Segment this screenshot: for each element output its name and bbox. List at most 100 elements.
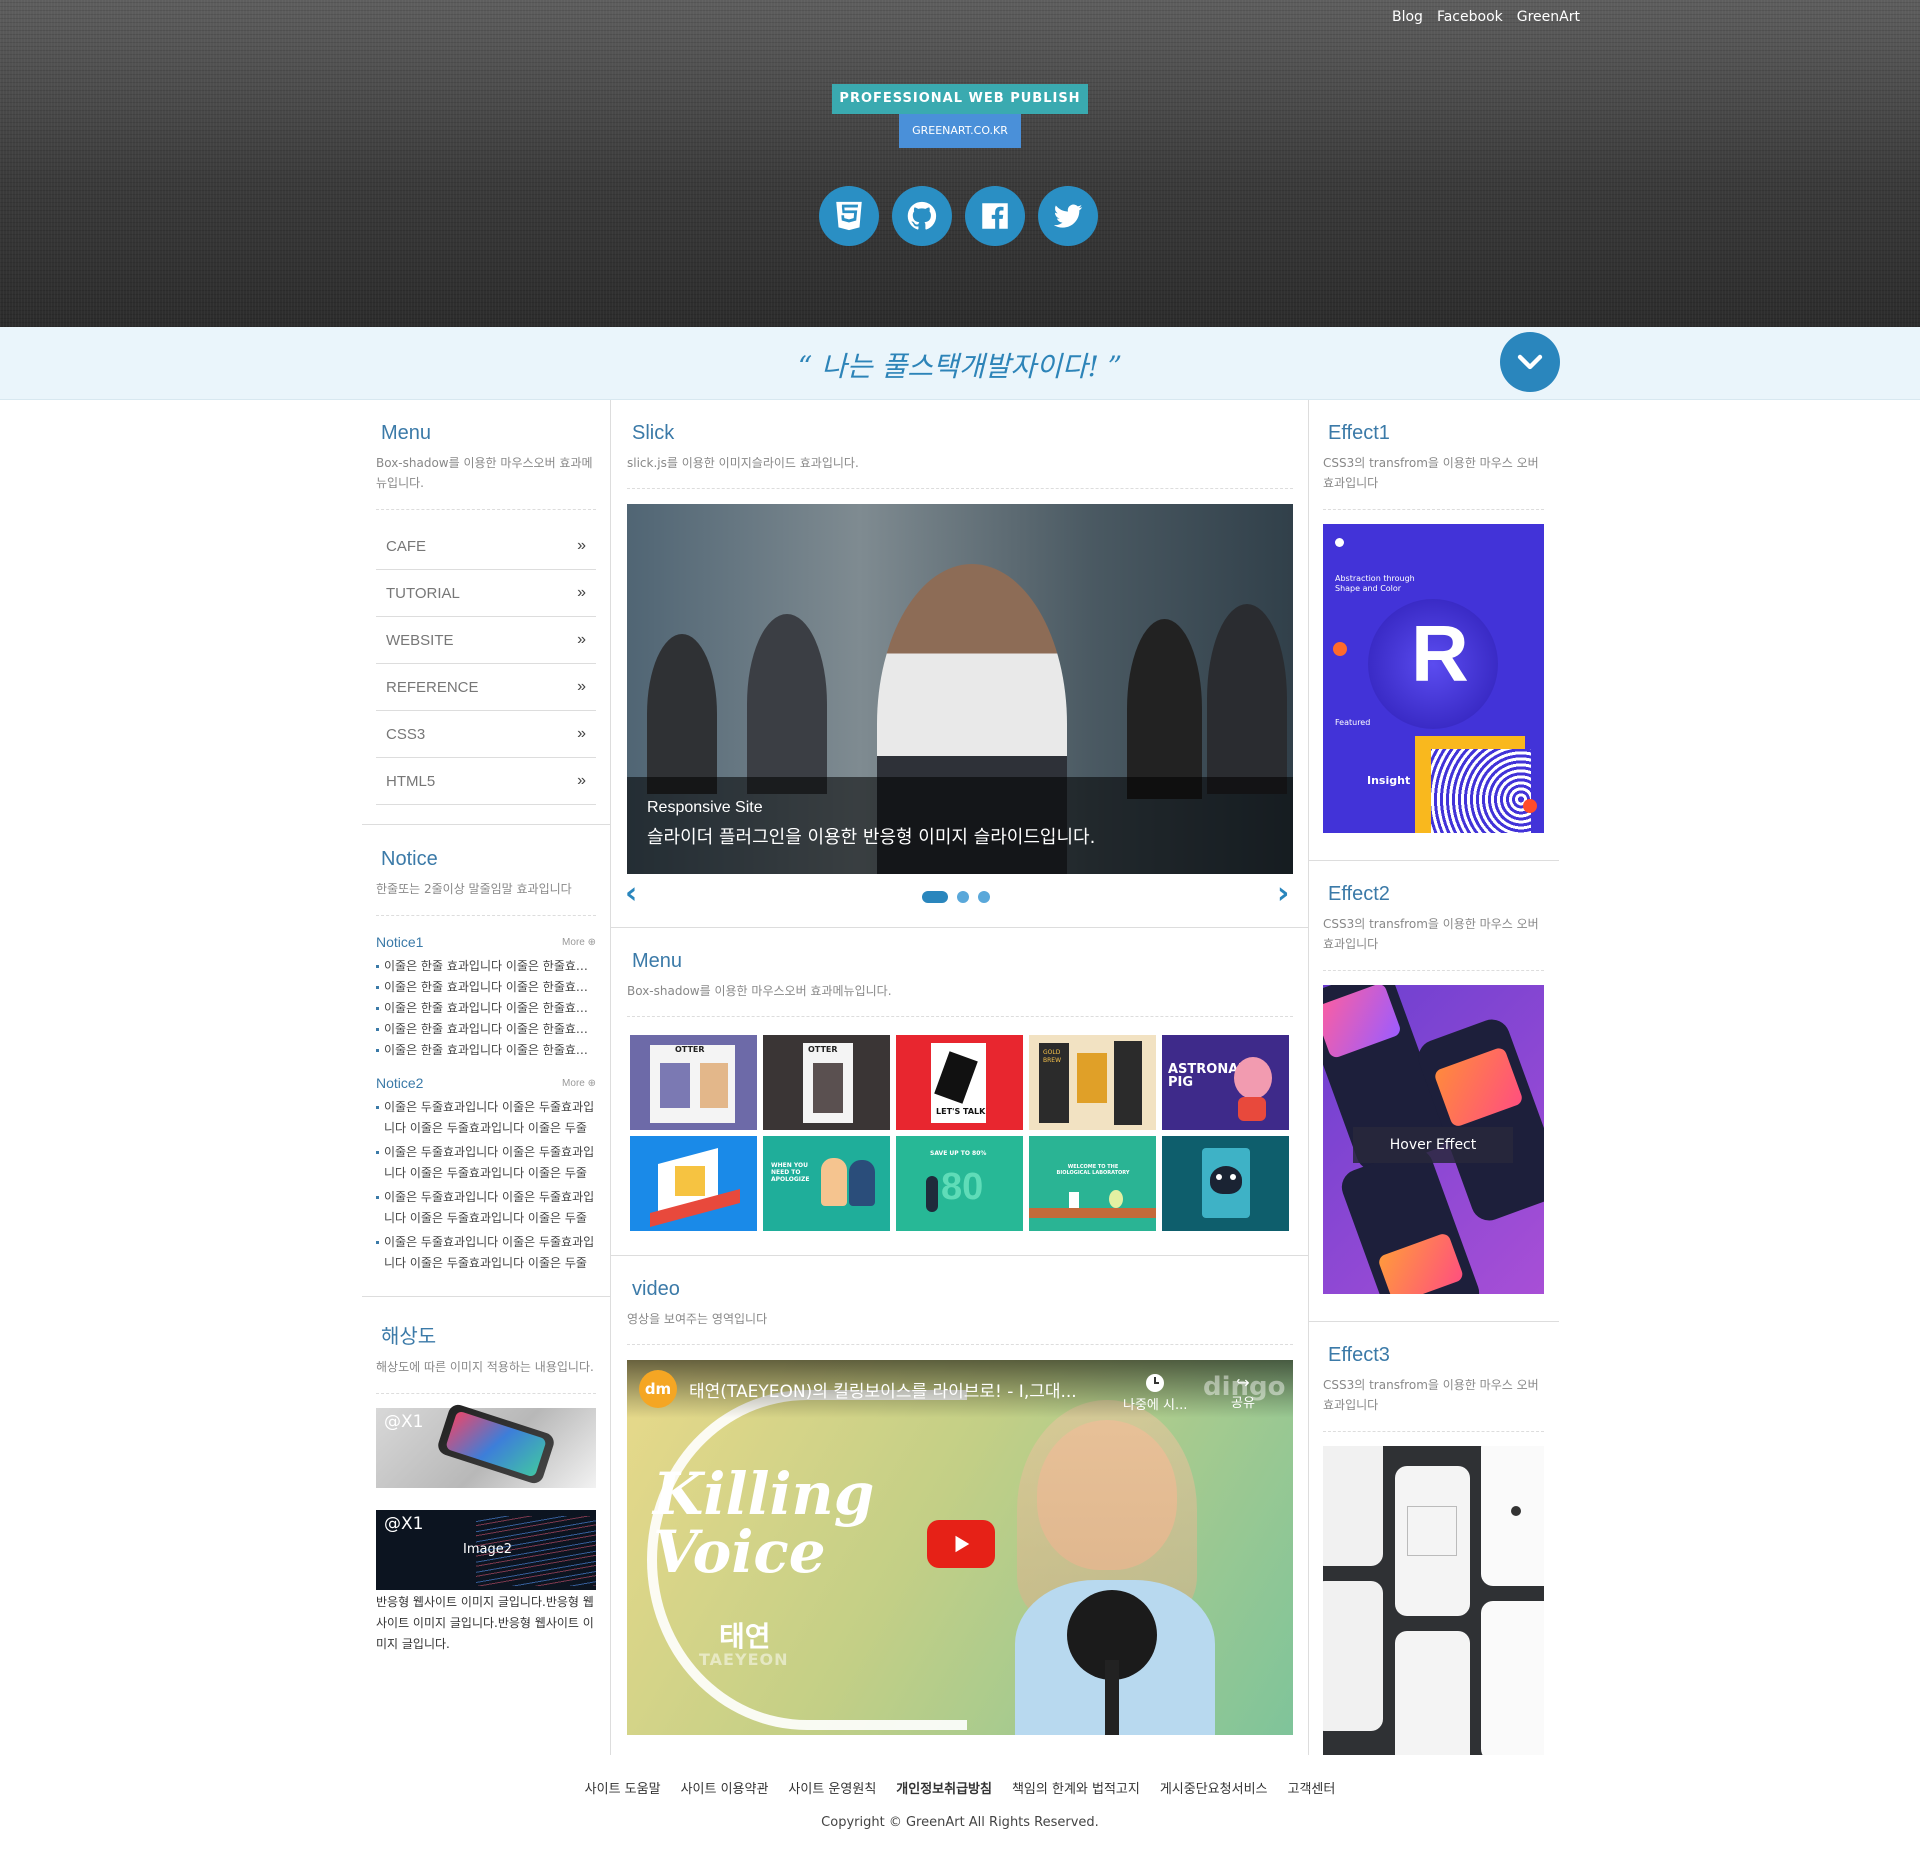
list-item[interactable]: 이줄은 한줄 효과입니다 이줄은 한줄효과입니다 xyxy=(376,1040,596,1061)
slider-dot[interactable] xyxy=(978,891,990,903)
video-title: video xyxy=(632,1278,680,1300)
facebook-link[interactable]: Facebook xyxy=(1437,9,1503,25)
otter-poster-1[interactable]: OTTER xyxy=(630,1035,757,1130)
divider xyxy=(1309,860,1559,861)
chevron-down-icon xyxy=(1517,354,1543,370)
effect3-section: Effect3 CSS3의 transfrom을 이용한 마우스 오버효과입니다 xyxy=(1323,1344,1544,1755)
notice-desc: 한줄또는 2줄이상 말줄임말 효과입니다 xyxy=(376,879,596,916)
slick-section: Slick slick.js를 이용한 이미지슬라이드 효과입니다. Respo… xyxy=(627,422,1293,874)
apologize-poster[interactable]: WHEN YOU NEED TO APOLOGIZE xyxy=(763,1136,890,1231)
github-icon[interactable] xyxy=(892,186,952,246)
otter-poster-2[interactable]: OTTER xyxy=(763,1035,890,1130)
facebook-icon[interactable] xyxy=(965,186,1025,246)
caption-text: 슬라이더 플러그인을 이용한 반응형 이미지 슬라이드입니다. xyxy=(647,827,1096,848)
list-item[interactable]: 이줄은 두줄효과입니다 이줄은 두줄효과입니다 이줄은 두줄효과입니다 이줄은 … xyxy=(376,1097,596,1139)
share-button[interactable]: ↪ 공유 xyxy=(1231,1373,1255,1412)
right-column: Effect1 CSS3의 transfrom을 이용한 마우스 오버효과입니다… xyxy=(1309,400,1559,1755)
list-item[interactable]: 이줄은 두줄효과입니다 이줄은 두줄효과입니다 이줄은 두줄효과입니다 이줄은 … xyxy=(376,1142,596,1184)
astronaut-pig-poster[interactable]: ASTRONAUT PIG xyxy=(1162,1035,1289,1130)
more-link[interactable]: More ⊕ xyxy=(562,1078,596,1089)
footer-link-support[interactable]: 고객센터 xyxy=(1287,1778,1335,1797)
save-up-poster[interactable]: SAVE UP TO 80% 80 xyxy=(896,1136,1023,1231)
double-chevron-right-icon: » xyxy=(577,772,586,789)
resolution-desc: 해상도에 따른 이미지 적용하는 내용입니다. xyxy=(376,1357,596,1394)
iso-city-poster[interactable] xyxy=(630,1136,757,1231)
effect1-image[interactable]: Abstraction through Shape and Color R Fe… xyxy=(1323,524,1544,833)
slogan-banner: “ 나는 풀스택개발자이다! ” xyxy=(0,327,1920,400)
slider-dot[interactable] xyxy=(957,891,969,903)
x1-label: @X1 xyxy=(384,1514,424,1534)
list-item[interactable]: 이줄은 한줄 효과입니다 이줄은 한줄효과입니다 xyxy=(376,1019,596,1040)
list-item[interactable]: 이줄은 한줄 효과입니다 이줄은 한줄효과입니다 xyxy=(376,998,596,1019)
footer-link-legal[interactable]: 책임의 한계와 법적고지 xyxy=(1012,1778,1140,1797)
slider-dot[interactable] xyxy=(922,891,948,903)
copyright: Copyright © GreenArt All Rights Reserved… xyxy=(821,1815,1099,1830)
site-domain[interactable]: GREENART.CO.KR xyxy=(899,114,1021,148)
monster-poster[interactable] xyxy=(1162,1136,1289,1231)
image2-label: Image2 xyxy=(463,1542,512,1557)
footer-link-policy[interactable]: 사이트 운영원칙 xyxy=(788,1778,876,1797)
effect3-title: Effect3 xyxy=(1328,1344,1390,1366)
video-heading[interactable]: 태연(TAEYEON)의 킬링보이스를 라이브로! - I,그대... xyxy=(689,1377,1077,1402)
effect2-desc: CSS3의 transfrom을 이용한 마우스 오버효과입니다 xyxy=(1323,914,1544,971)
notice2-title[interactable]: Notice2 xyxy=(376,1075,423,1091)
side-menu: CAFE» TUTORIAL» WEBSITE» REFERENCE» CSS3… xyxy=(376,523,596,805)
effect2-title: Effect2 xyxy=(1328,883,1390,905)
play-button[interactable] xyxy=(927,1520,995,1568)
menu-item-html5[interactable]: HTML5» xyxy=(376,758,596,805)
video-section: video 영상을 보여주는 영역입니다 Killing Voice 태연 TA… xyxy=(627,1278,1293,1735)
greenart-link[interactable]: GreenArt xyxy=(1517,9,1580,25)
slogan-text: “ 나는 풀스택개발자이다! ” xyxy=(797,350,1123,383)
double-chevron-right-icon: » xyxy=(577,584,586,601)
top-links: Blog Facebook GreenArt xyxy=(1392,9,1580,25)
slider-next-button[interactable]: › xyxy=(1277,876,1289,911)
caption-title: Responsive Site xyxy=(647,799,763,816)
channel-logo[interactable]: dm xyxy=(639,1370,677,1408)
more-link[interactable]: More ⊕ xyxy=(562,937,596,948)
hover-effect-label: Hover Effect xyxy=(1353,1127,1513,1163)
html5-icon[interactable] xyxy=(819,186,879,246)
clock-icon xyxy=(1146,1374,1165,1392)
footer-link-help[interactable]: 사이트 도움말 xyxy=(585,1778,661,1797)
notice2-list: 이줄은 두줄효과입니다 이줄은 두줄효과입니다 이줄은 두줄효과입니다 이줄은 … xyxy=(376,1097,596,1274)
menu-item-website[interactable]: WEBSITE» xyxy=(376,617,596,664)
notice1-box: Notice1 More ⊕ 이줄은 한줄 효과입니다 이줄은 한줄효과입니다 이… xyxy=(376,934,596,1061)
notice-title: Notice xyxy=(381,848,438,870)
menu-desc: Box-shadow를 이용한 마우스오버 효과메뉴입니다. xyxy=(376,453,596,510)
thumbnail-grid: OTTER OTTER LET'S TALK GOLD BREW ASTRONA… xyxy=(627,1035,1293,1231)
menu-item-cafe[interactable]: CAFE» xyxy=(376,523,596,570)
watch-later-button[interactable]: 나중에 시... xyxy=(1123,1374,1187,1413)
footer-link-takedown[interactable]: 게시중단요청서비스 xyxy=(1160,1778,1268,1797)
list-item[interactable]: 이줄은 두줄효과입니다 이줄은 두줄효과입니다 이줄은 두줄효과입니다 이줄은 … xyxy=(376,1232,596,1274)
video-desc: 영상을 보여주는 영역입니다 xyxy=(627,1309,1293,1345)
twitter-icon[interactable] xyxy=(1038,186,1098,246)
footer-link-privacy[interactable]: 개인정보취급방침 xyxy=(896,1778,992,1797)
image-slider[interactable]: Responsive Site 슬라이더 플러그인을 이용한 반응형 이미지 슬… xyxy=(627,504,1293,874)
x1-label: @X1 xyxy=(384,1412,424,1432)
slider-prev-button[interactable]: ‹ xyxy=(625,876,637,911)
list-item[interactable]: 이줄은 한줄 효과입니다 이줄은 한줄효과입니다 xyxy=(376,956,596,977)
share-icon: ↪ xyxy=(1236,1373,1250,1392)
video-player[interactable]: Killing Voice 태연 TAEYEON dm 태연(TAEYEON)의… xyxy=(627,1360,1293,1735)
resolution-text: 반응형 웹사이트 이미지 글입니다.반응형 웹사이트 이미지 글입니다.반응형 … xyxy=(376,1595,594,1651)
scroll-down-button[interactable] xyxy=(1500,332,1560,392)
footer-links: 사이트 도움말 사이트 이용약관 사이트 운영원칙 개인정보취급방침 책임의 한… xyxy=(0,1778,1920,1797)
list-item[interactable]: 이줄은 두줄효과입니다 이줄은 두줄효과입니다 이줄은 두줄효과입니다 이줄은 … xyxy=(376,1187,596,1229)
site-tagline: PROFESSIONAL WEB PUBLISH xyxy=(832,84,1088,114)
effect2-image[interactable]: Hover Effect xyxy=(1323,985,1544,1294)
lets-talk-poster[interactable]: LET'S TALK xyxy=(896,1035,1023,1130)
menu-item-css3[interactable]: CSS3» xyxy=(376,711,596,758)
menu-item-reference[interactable]: REFERENCE» xyxy=(376,664,596,711)
gold-brew-poster[interactable]: GOLD BREW xyxy=(1029,1035,1156,1130)
bio-lab-poster[interactable]: WELCOME TO THE BIOLOGICAL LABORATORY xyxy=(1029,1136,1156,1231)
effect3-image[interactable] xyxy=(1323,1446,1544,1755)
double-chevron-right-icon: » xyxy=(577,678,586,695)
blog-link[interactable]: Blog xyxy=(1392,9,1423,25)
video-art-sub2: TAEYEON xyxy=(699,1650,789,1669)
footer-link-terms[interactable]: 사이트 이용약관 xyxy=(681,1778,769,1797)
list-item[interactable]: 이줄은 한줄 효과입니다 이줄은 한줄효과입니다 xyxy=(376,977,596,998)
notice1-title[interactable]: Notice1 xyxy=(376,934,423,950)
effect1-desc: CSS3의 transfrom을 이용한 마우스 오버효과입니다 xyxy=(1323,453,1544,510)
menu-item-tutorial[interactable]: TUTORIAL» xyxy=(376,570,596,617)
notice2-box: Notice2 More ⊕ 이줄은 두줄효과입니다 이줄은 두줄효과입니다 이줄… xyxy=(376,1075,596,1274)
